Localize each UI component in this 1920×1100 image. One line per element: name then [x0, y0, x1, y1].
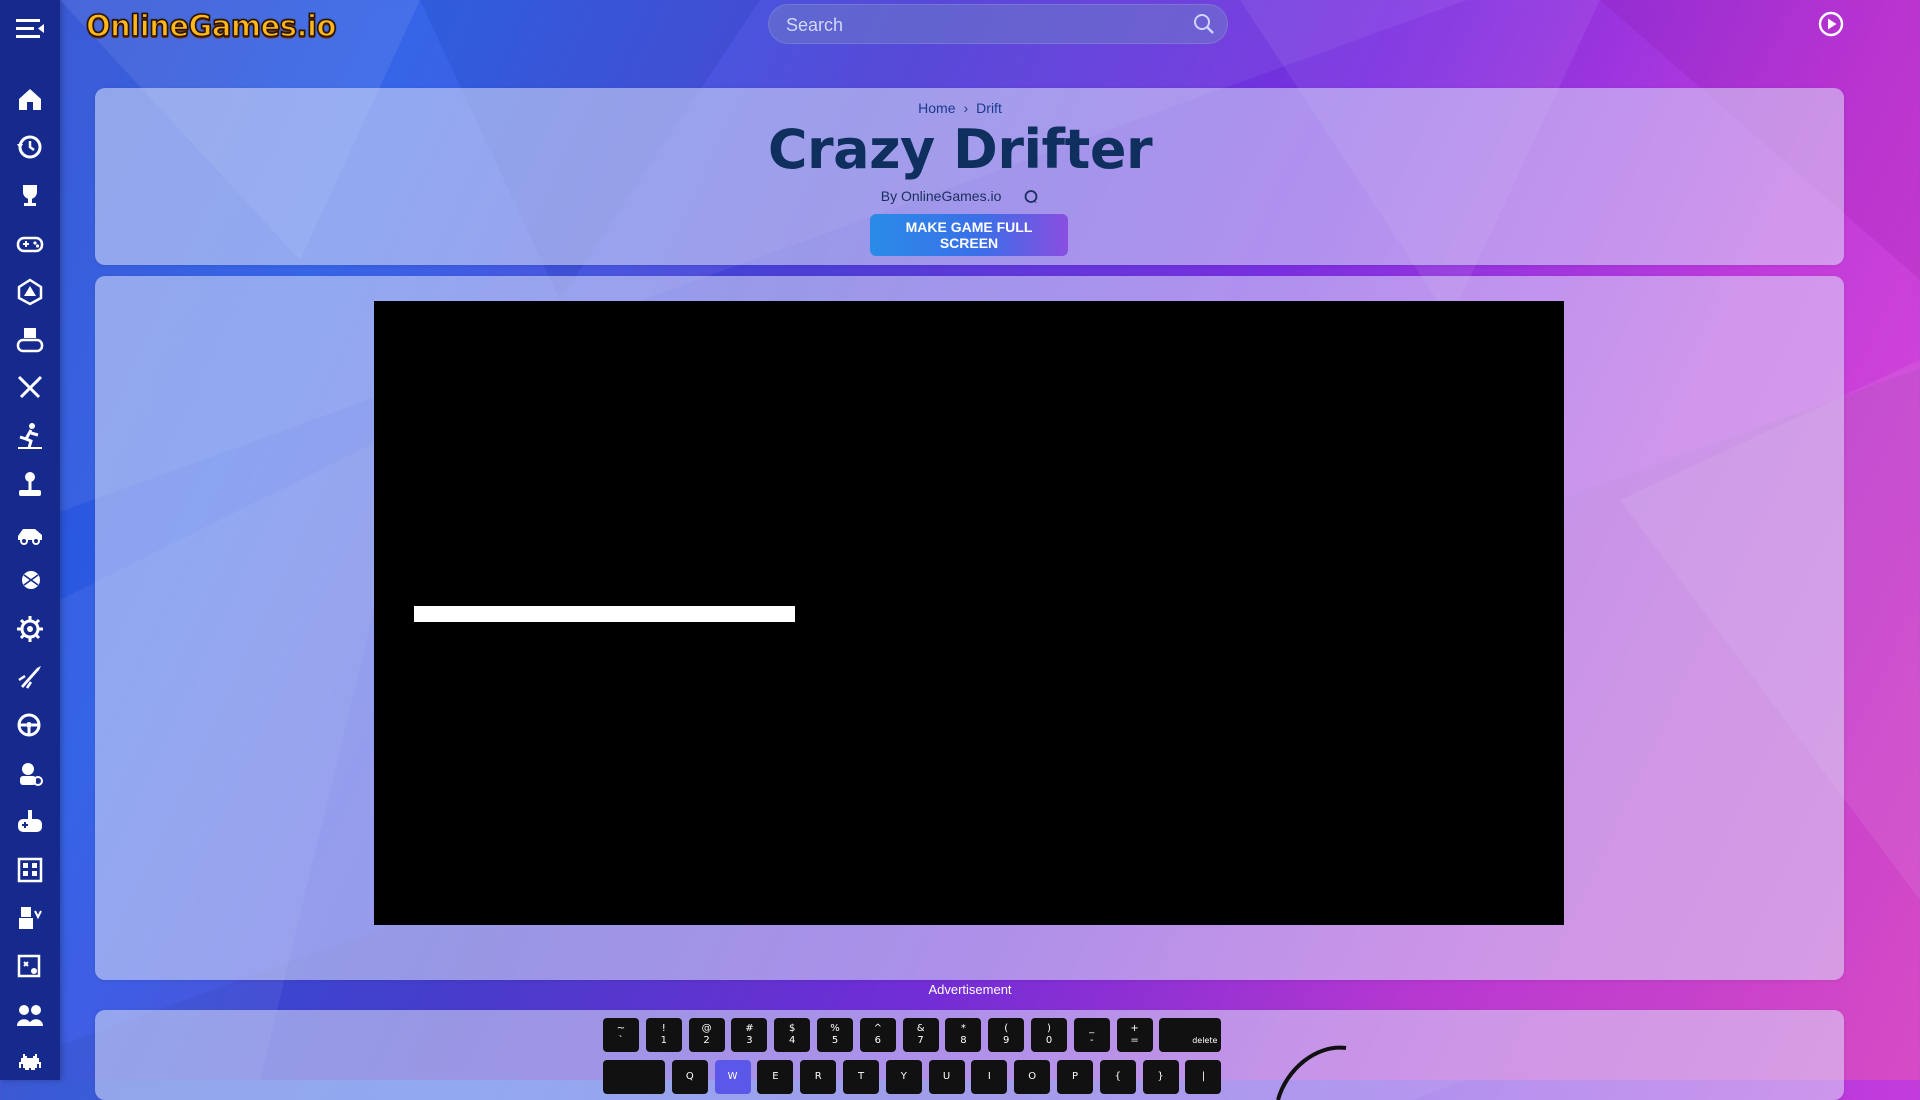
- runner-icon[interactable]: [10, 416, 50, 456]
- puzzle-controller-icon[interactable]: [10, 320, 50, 360]
- breadcrumb: Home › Drift: [0, 100, 1920, 116]
- breadcrumb-separator: ›: [963, 100, 969, 116]
- building-icon[interactable]: [10, 850, 50, 890]
- keyboard-key: }: [1142, 1060, 1179, 1094]
- rocket-icon[interactable]: [10, 657, 50, 697]
- logo-text: OnlineGames.io: [85, 8, 337, 44]
- loading-progress-bar: [414, 606, 795, 622]
- mouse-cable-decoration: [1276, 1045, 1347, 1100]
- byline: By OnlineGames.io: [0, 188, 1920, 205]
- search-icon[interactable]: [1192, 12, 1216, 36]
- keyboard-key: Y: [885, 1060, 922, 1094]
- keyboard-key: $4: [774, 1018, 811, 1052]
- dice-icon[interactable]: [10, 272, 50, 312]
- racing-car-icon[interactable]: [10, 513, 50, 553]
- keyboard-key: P: [1057, 1060, 1093, 1094]
- byline-author[interactable]: By OnlineGames.io: [881, 188, 1002, 204]
- keyboard-key: |: [1185, 1060, 1222, 1094]
- controller-plus-icon[interactable]: [10, 802, 50, 842]
- play-circle-icon[interactable]: [1817, 10, 1845, 38]
- keyboard-key: _ -: [1073, 1018, 1110, 1052]
- keyboard-key: * 8: [945, 1018, 982, 1052]
- swords-icon[interactable]: [10, 368, 50, 408]
- keyboard-key: ! 1: [645, 1018, 682, 1052]
- keyboard-key: (9: [988, 1018, 1025, 1052]
- breadcrumb-drift[interactable]: Drift: [976, 100, 1002, 116]
- keyboard-key: ^ 6: [859, 1018, 896, 1052]
- keyboard-key: ~ `: [603, 1018, 639, 1052]
- shooter-icon[interactable]: [10, 898, 50, 938]
- keyboard-key: R: [800, 1060, 837, 1094]
- gear-icon[interactable]: [10, 609, 50, 649]
- keyboard-key: % 5: [817, 1018, 853, 1052]
- search-input[interactable]: [784, 4, 1168, 46]
- two-players-icon[interactable]: [10, 995, 50, 1035]
- space-invader-icon[interactable]: [10, 1043, 50, 1083]
- driver-icon[interactable]: [10, 754, 50, 794]
- site-logo[interactable]: OnlineGames.io: [85, 6, 337, 46]
- keyboard-key: @2: [688, 1018, 725, 1052]
- joystick-icon[interactable]: [10, 465, 50, 505]
- advertisement-label: Advertisement: [928, 982, 1012, 997]
- keyboard-key: O: [1014, 1060, 1051, 1094]
- game-frame[interactable]: [374, 301, 1564, 925]
- keyboard-key: U: [928, 1060, 965, 1094]
- keyboard-key: delete: [1159, 1018, 1222, 1052]
- keyboard-key: T: [843, 1060, 879, 1094]
- keyboard-key: E: [757, 1060, 794, 1094]
- keyboard-key: ) 0: [1031, 1018, 1067, 1052]
- keyboard-key: Q: [671, 1060, 708, 1094]
- keyboard-key: W: [714, 1060, 751, 1094]
- keyboard-key: #3: [731, 1018, 768, 1052]
- breadcrumb-home[interactable]: Home: [918, 100, 955, 116]
- keyboard-key: I: [971, 1060, 1008, 1094]
- page-title: Crazy Drifter: [767, 118, 1153, 181]
- fullscreen-button[interactable]: MAKE GAME FULL SCREEN: [870, 214, 1068, 256]
- keyboard-key: + =: [1116, 1018, 1153, 1052]
- search-box: [768, 4, 1228, 46]
- menu-toggle-icon[interactable]: [12, 14, 48, 44]
- sports-ball-icon[interactable]: [10, 561, 50, 601]
- gamepad-icon[interactable]: [10, 224, 50, 264]
- steering-wheel-icon[interactable]: [10, 706, 50, 746]
- puzzle-icon[interactable]: [10, 947, 50, 987]
- keyboard-key: {: [1099, 1060, 1136, 1094]
- comment-icon[interactable]: [1023, 189, 1039, 205]
- keyboard-key: [603, 1060, 665, 1094]
- keyboard-key: & 7: [902, 1018, 939, 1052]
